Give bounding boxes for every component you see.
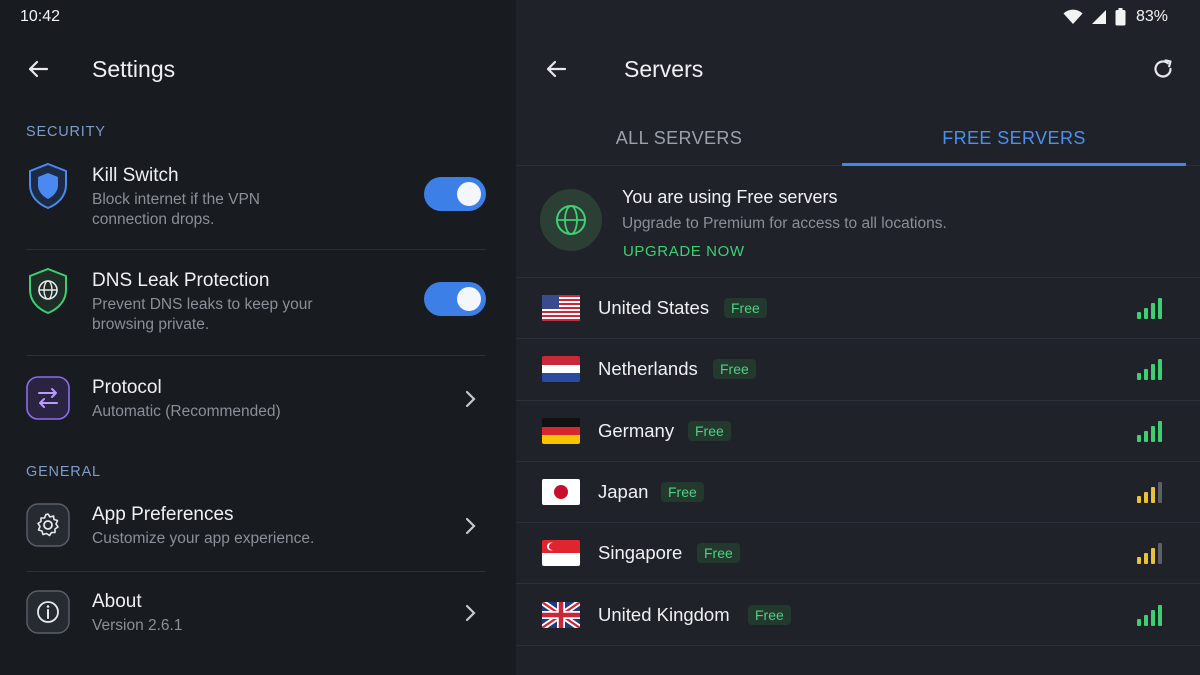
shield-icon	[26, 162, 70, 210]
shield-globe-icon	[26, 267, 70, 315]
servers-pane: Servers ALL SERVERS FREE SERVERS You are…	[516, 0, 1200, 675]
signal-strength-icon	[1137, 481, 1162, 504]
status-time: 10:42	[20, 8, 61, 25]
protocol-subtitle: Automatic (Recommended)	[92, 403, 281, 420]
settings-header: Settings	[0, 44, 516, 94]
chevron-right-icon	[456, 598, 486, 628]
refresh-button[interactable]	[1146, 52, 1180, 86]
server-row-united-states[interactable]: United States Free	[516, 278, 1200, 340]
kill-switch-subtitle-line2: connection drops.	[92, 211, 215, 228]
kill-switch-subtitle-line1: Block internet if the VPN	[92, 191, 260, 208]
server-tabs: ALL SERVERS FREE SERVERS	[516, 110, 1200, 166]
banner-title: You are using Free servers	[622, 187, 838, 207]
free-badge: Free	[713, 359, 756, 380]
gear-icon	[26, 503, 70, 547]
japan-flag-icon	[542, 479, 580, 506]
cell-signal-icon	[1091, 10, 1106, 24]
protocol-title: Protocol	[92, 377, 162, 398]
wifi-icon	[1063, 9, 1083, 24]
about-text: About Version 2.6.1	[92, 590, 456, 636]
kill-switch-text: Kill Switch Block internet if the VPN co…	[92, 164, 424, 230]
status-icons: 83%	[1063, 8, 1168, 26]
arrow-left-icon	[28, 60, 49, 78]
free-badge: Free	[724, 298, 767, 319]
protocol-text: Protocol Automatic (Recommended)	[92, 376, 456, 422]
free-badge: Free	[697, 543, 740, 564]
app-preferences-text: App Preferences Customize your app exper…	[92, 503, 456, 549]
battery-percent: 83%	[1135, 8, 1168, 25]
swap-arrows-icon	[26, 376, 70, 420]
us-flag-icon	[542, 295, 580, 322]
active-tab-indicator	[842, 163, 1186, 166]
section-general-label: GENERAL	[26, 464, 101, 480]
servers-title: Servers	[624, 55, 704, 82]
signal-strength-icon	[1137, 358, 1162, 381]
tab-all-servers[interactable]: ALL SERVERS	[516, 110, 842, 166]
kill-switch-title: Kill Switch	[92, 165, 179, 186]
info-icon	[26, 590, 70, 634]
server-row-japan[interactable]: Japan Free	[516, 462, 1200, 524]
app-preferences-subtitle: Customize your app experience.	[92, 530, 315, 547]
settings-back-button[interactable]	[18, 49, 58, 89]
page-title: Settings	[92, 55, 176, 82]
protocol-row[interactable]: Protocol Automatic (Recommended)	[26, 376, 486, 422]
upgrade-now-button[interactable]: UPGRADE NOW	[623, 243, 745, 260]
chevron-right-icon	[456, 511, 486, 541]
status-bar: 10:42 83%	[0, 0, 1200, 34]
dns-leak-subtitle-line2: browsing private.	[92, 316, 210, 333]
country-name: Singapore	[598, 542, 683, 564]
kill-switch-subtitle: Block internet if the VPN connection dro…	[92, 190, 424, 230]
server-row-united-kingdom[interactable]: United Kingdom Free	[516, 584, 1200, 646]
free-servers-banner: You are using Free servers Upgrade to Pr…	[516, 167, 1200, 278]
dns-leak-subtitle-line1: Prevent DNS leaks to keep your	[92, 296, 313, 313]
section-security-label: SECURITY	[26, 124, 106, 140]
dns-leak-title: DNS Leak Protection	[92, 270, 270, 291]
servers-back-button[interactable]	[536, 49, 576, 89]
about-row[interactable]: About Version 2.6.1	[26, 590, 486, 636]
arrow-left-icon	[546, 60, 567, 78]
server-row-netherlands[interactable]: Netherlands Free	[516, 339, 1200, 401]
banner-subtitle: Upgrade to Premium for access to all loc…	[622, 215, 947, 232]
settings-pane: Settings SECURITY Kill Switch Block inte…	[0, 0, 516, 675]
dns-leak-row: DNS Leak Protection Prevent DNS leaks to…	[26, 267, 486, 335]
singapore-flag-icon	[542, 540, 580, 567]
divider	[26, 355, 486, 356]
kill-switch-toggle[interactable]	[424, 177, 486, 211]
signal-strength-icon	[1137, 297, 1162, 320]
kill-switch-row: Kill Switch Block internet if the VPN co…	[26, 162, 486, 230]
dns-leak-subtitle: Prevent DNS leaks to keep your browsing …	[92, 295, 424, 335]
country-name: United States	[598, 297, 710, 319]
free-badge: Free	[661, 482, 704, 503]
uk-flag-icon	[542, 601, 580, 628]
chevron-right-icon	[456, 384, 486, 414]
free-badge: Free	[748, 604, 791, 625]
free-badge: Free	[688, 420, 731, 441]
dns-leak-text: DNS Leak Protection Prevent DNS leaks to…	[92, 269, 424, 335]
server-row-singapore[interactable]: Singapore Free	[516, 523, 1200, 585]
about-title: About	[92, 591, 142, 612]
divider	[26, 571, 486, 572]
signal-strength-icon	[1137, 604, 1162, 626]
about-version: Version 2.6.1	[92, 617, 183, 634]
signal-strength-icon	[1137, 420, 1162, 442]
netherlands-flag-icon	[542, 356, 580, 383]
dns-leak-toggle[interactable]	[424, 282, 486, 316]
server-row-germany[interactable]: Germany Free	[516, 401, 1200, 462]
country-name: Netherlands	[598, 358, 698, 380]
germany-flag-icon	[542, 417, 580, 444]
app-preferences-row[interactable]: App Preferences Customize your app exper…	[26, 503, 486, 549]
signal-strength-icon	[1137, 542, 1162, 565]
app-preferences-title: App Preferences	[92, 504, 234, 525]
tab-free-servers[interactable]: FREE SERVERS	[842, 110, 1186, 166]
divider	[26, 249, 486, 250]
servers-header: Servers	[516, 44, 1200, 94]
country-name: United Kingdom	[598, 603, 730, 625]
country-name: Germany	[598, 419, 675, 441]
battery-icon	[1115, 8, 1126, 26]
globe-icon	[540, 189, 602, 251]
country-name: Japan	[598, 481, 649, 503]
refresh-icon	[1154, 59, 1172, 78]
server-list: United States Free Netherlands Free Germ…	[516, 278, 1200, 646]
